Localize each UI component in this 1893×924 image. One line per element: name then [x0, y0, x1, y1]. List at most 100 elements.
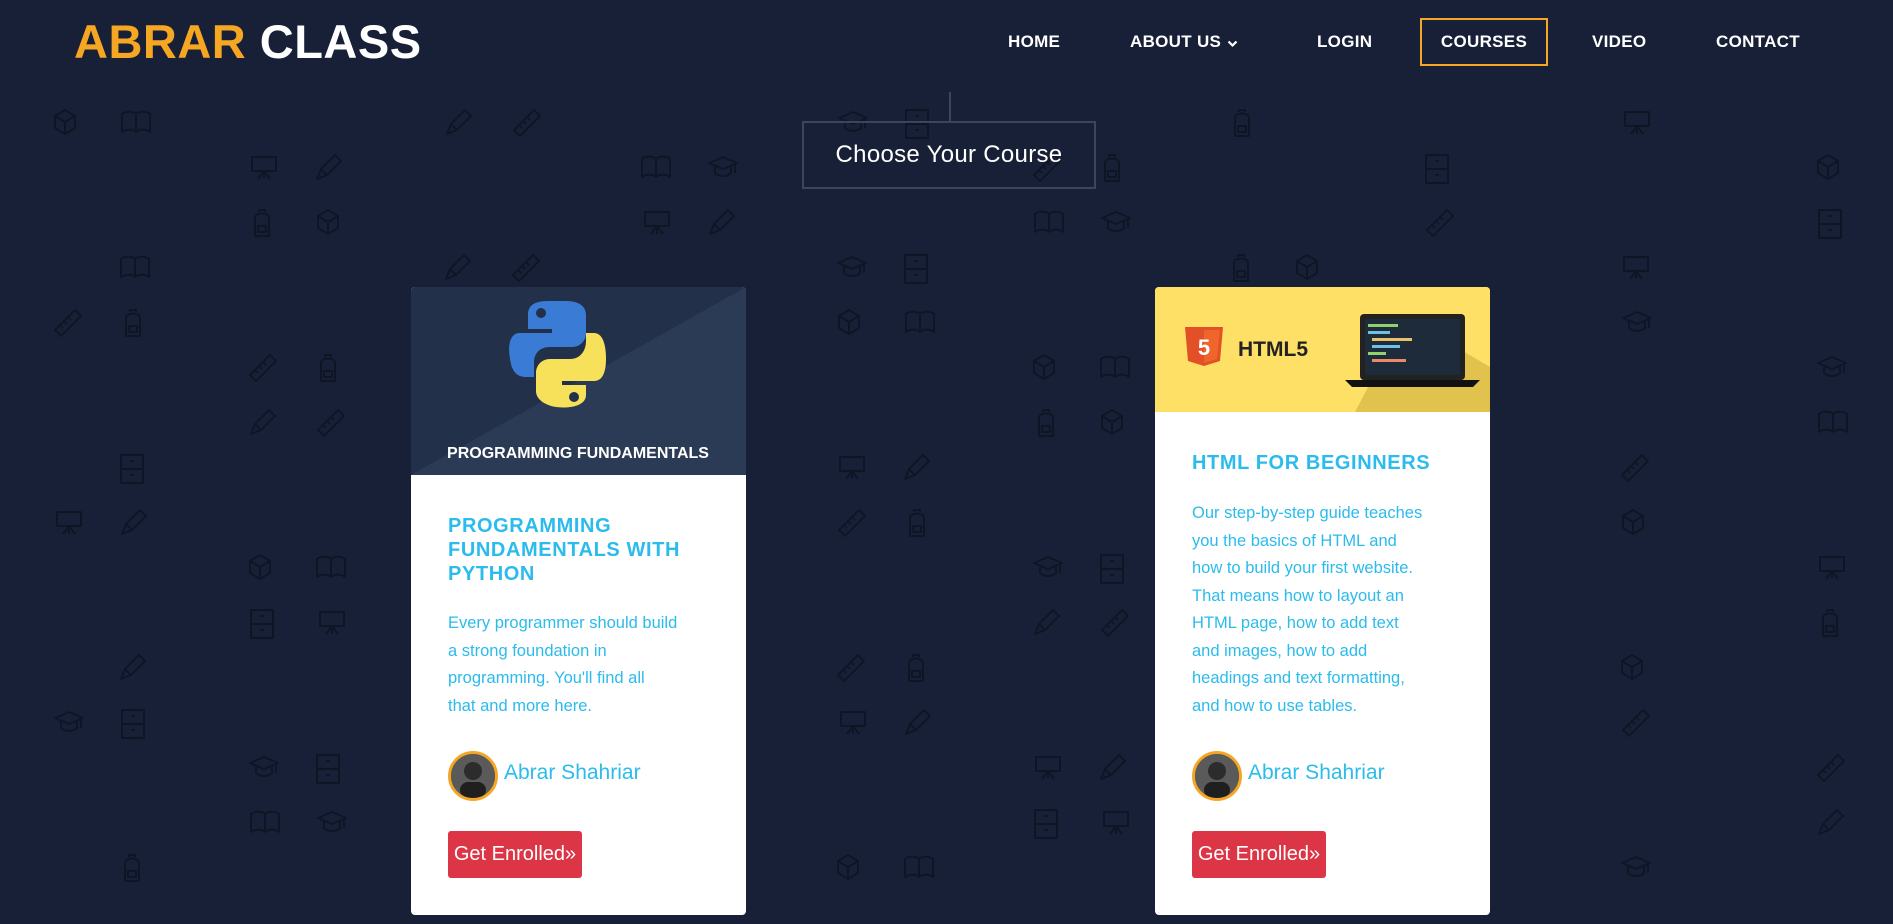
- course-title-line: HTML FOR BEGINNERS: [1192, 452, 1431, 474]
- course-description-line: a strong foundation in: [448, 641, 607, 660]
- nav-home[interactable]: HOME: [1008, 18, 1060, 66]
- graduation-cap-icon: [1033, 556, 1063, 577]
- cube-icon: [838, 309, 860, 335]
- easel-icon: [840, 711, 866, 735]
- backpack-icon: [125, 309, 141, 337]
- easel-icon: [1819, 556, 1845, 580]
- book-icon: [120, 255, 150, 278]
- cabinet-icon: [121, 709, 145, 739]
- graduation-cap-icon: [708, 156, 738, 177]
- pencil-icon: [250, 409, 276, 435]
- cube-icon: [54, 109, 76, 135]
- nav-login[interactable]: LOGIN: [1317, 18, 1372, 66]
- easel-icon: [1623, 256, 1649, 280]
- avatar: [448, 751, 498, 801]
- book-icon: [121, 110, 151, 133]
- svg-text:5: 5: [1198, 335, 1210, 360]
- cabinet-icon: [1034, 809, 1058, 839]
- course-title-line: PYTHON: [448, 563, 535, 585]
- book-icon: [1100, 355, 1130, 378]
- backpack-icon: [1038, 409, 1054, 437]
- backpack-icon: [1822, 609, 1838, 637]
- cabinet-icon: [316, 754, 340, 784]
- book-icon: [1034, 210, 1064, 233]
- cube-icon: [1817, 154, 1839, 180]
- course-description-line: you the basics of HTML and: [1192, 531, 1397, 550]
- easel-icon: [1035, 756, 1061, 780]
- backpack-icon: [1234, 109, 1250, 137]
- author-name: Abrar Shahriar: [1248, 761, 1385, 784]
- book-icon: [1818, 410, 1848, 433]
- easel-icon: [319, 611, 345, 635]
- course-banner-html: 5 HTML5: [1155, 287, 1490, 412]
- nav-about-us[interactable]: ABOUT US: [1130, 18, 1238, 66]
- site-header: ABRAR CLASS HOME ABOUT US LOGIN COURSES …: [0, 0, 1893, 86]
- pencil-icon: [1034, 609, 1060, 635]
- course-title[interactable]: HTML FOR BEGINNERS: [1192, 451, 1430, 475]
- pencil-icon: [904, 454, 930, 480]
- book-icon: [904, 855, 934, 878]
- easel-icon: [1103, 811, 1129, 835]
- html5-logo-icon: 5: [1185, 327, 1223, 366]
- course-description-line: how to build your first website.: [1192, 559, 1414, 577]
- nav-video[interactable]: VIDEO: [1592, 18, 1646, 66]
- banner-text-python: PROGRAMMING FUNDAMENTALS: [447, 445, 709, 462]
- ruler-icon: [513, 109, 541, 137]
- pencil-icon: [120, 654, 146, 680]
- graduation-cap-icon: [54, 711, 84, 732]
- ruler-icon: [249, 354, 277, 382]
- course-description-line: Every programmer should build: [448, 614, 678, 632]
- cube-icon: [1622, 509, 1644, 535]
- ruler-icon: [1426, 209, 1454, 237]
- pencil-icon: [316, 154, 342, 180]
- get-enrolled-button[interactable]: Get Enrolled»: [448, 831, 582, 878]
- brand-logo-part2: CLASS: [259, 15, 422, 68]
- course-card-html: 5 HTML5 HTML FOR BEGINNERS Our step-by-s…: [1155, 287, 1490, 915]
- ruler-icon: [1622, 709, 1650, 737]
- section-title-connector: [949, 92, 951, 122]
- pencil-icon: [709, 209, 735, 235]
- pencil-icon: [1818, 809, 1844, 835]
- chevron-down-icon: [1227, 19, 1238, 67]
- cabinet-icon: [1100, 554, 1124, 584]
- backpack-icon: [909, 509, 925, 537]
- graduation-cap-icon: [1101, 211, 1131, 232]
- course-description-line: Our step-by-step guide teaches: [1192, 504, 1423, 522]
- backpack-icon: [908, 654, 924, 682]
- easel-icon: [56, 511, 82, 535]
- cabinet-icon: [1818, 209, 1842, 239]
- cube-icon: [837, 854, 859, 880]
- ruler-icon: [512, 254, 540, 282]
- section-title: Choose Your Course: [802, 121, 1096, 189]
- pencil-icon: [446, 109, 472, 135]
- nav-contact[interactable]: CONTACT: [1716, 18, 1800, 66]
- cube-icon: [1621, 654, 1643, 680]
- pencil-icon: [1100, 754, 1126, 780]
- banner-text-html: HTML5: [1238, 338, 1308, 361]
- course-description-line: That means how to layout an: [1192, 586, 1404, 605]
- brand-logo-part1: ABRAR: [74, 15, 247, 68]
- course-title[interactable]: PROGRAMMING FUNDAMENTALS WITH PYTHON: [448, 514, 680, 586]
- ruler-icon: [837, 654, 865, 682]
- nav-courses[interactable]: COURSES: [1420, 18, 1548, 66]
- cabinet-icon: [1425, 154, 1449, 184]
- brand-logo[interactable]: ABRAR CLASS: [74, 14, 422, 69]
- graduation-cap-icon: [1622, 311, 1652, 332]
- easel-icon: [644, 211, 670, 235]
- cube-icon: [317, 209, 339, 235]
- easel-icon: [251, 156, 277, 180]
- cabinet-icon: [120, 454, 144, 484]
- graduation-cap-icon: [249, 756, 279, 777]
- backpack-icon: [124, 854, 140, 882]
- get-enrolled-button[interactable]: Get Enrolled»: [1192, 831, 1326, 878]
- book-icon: [316, 555, 346, 578]
- laptop-icon: [1345, 314, 1480, 387]
- graduation-cap-icon: [837, 256, 867, 277]
- cube-icon: [249, 554, 271, 580]
- author-name: Abrar Shahriar: [504, 761, 641, 784]
- course-title-line: FUNDAMENTALS WITH: [448, 539, 681, 561]
- ruler-icon: [1621, 454, 1649, 482]
- pencil-icon: [445, 254, 471, 280]
- cabinet-icon: [250, 609, 274, 639]
- easel-icon: [1624, 111, 1650, 135]
